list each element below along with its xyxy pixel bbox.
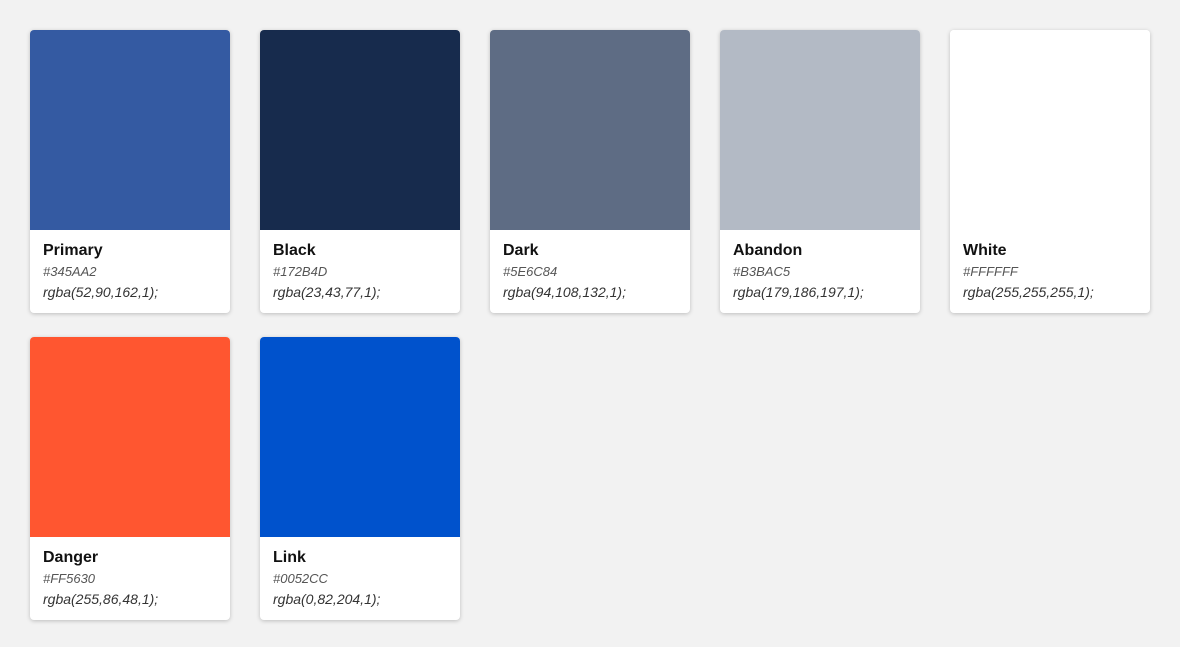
- color-rgba: rgba(179,186,197,1);: [733, 284, 864, 300]
- color-rgba: rgba(52,90,162,1);: [43, 284, 159, 300]
- color-info: Dark #5E6C84 rgba(94,108,132,1);: [490, 230, 690, 300]
- color-info: Danger #FF5630 rgba(255,86,48,1);: [30, 537, 230, 607]
- color-name: White: [963, 242, 1007, 259]
- color-card-dark: Dark #5E6C84 rgba(94,108,132,1);: [490, 30, 690, 313]
- color-swatch: [30, 337, 230, 537]
- color-hex: #B3BAC5: [733, 264, 791, 279]
- color-rgba: rgba(23,43,77,1);: [273, 284, 381, 300]
- color-name: Link: [273, 549, 306, 566]
- color-name: Danger: [43, 549, 99, 566]
- color-card-danger: Danger #FF5630 rgba(255,86,48,1);: [30, 337, 230, 620]
- color-hex: #345AA2: [43, 264, 97, 279]
- color-swatch: [260, 337, 460, 537]
- color-info: White #FFFFFF rgba(255,255,255,1);: [950, 230, 1150, 300]
- color-swatch: [30, 30, 230, 230]
- color-palette-grid: Primary #345AA2 rgba(52,90,162,1); Black…: [30, 30, 1150, 620]
- color-swatch: [950, 30, 1150, 230]
- color-rgba: rgba(94,108,132,1);: [503, 284, 626, 300]
- color-rgba: rgba(255,255,255,1);: [963, 284, 1094, 300]
- color-name: Black: [273, 242, 316, 259]
- color-info: Link #0052CC rgba(0,82,204,1);: [260, 537, 460, 607]
- color-card-abandon: Abandon #B3BAC5 rgba(179,186,197,1);: [720, 30, 920, 313]
- color-swatch: [720, 30, 920, 230]
- color-swatch: [260, 30, 460, 230]
- color-info: Black #172B4D rgba(23,43,77,1);: [260, 230, 460, 300]
- color-card-white: White #FFFFFF rgba(255,255,255,1);: [950, 30, 1150, 313]
- color-name: Abandon: [733, 242, 803, 259]
- color-name: Primary: [43, 242, 103, 259]
- color-hex: #172B4D: [273, 264, 328, 279]
- color-card-link: Link #0052CC rgba(0,82,204,1);: [260, 337, 460, 620]
- color-rgba: rgba(0,82,204,1);: [273, 591, 381, 607]
- color-hex: #5E6C84: [503, 264, 558, 279]
- color-card-black: Black #172B4D rgba(23,43,77,1);: [260, 30, 460, 313]
- color-info: Primary #345AA2 rgba(52,90,162,1);: [30, 230, 230, 300]
- color-hex: #0052CC: [273, 571, 328, 586]
- color-name: Dark: [503, 242, 539, 259]
- color-card-primary: Primary #345AA2 rgba(52,90,162,1);: [30, 30, 230, 313]
- color-swatch: [490, 30, 690, 230]
- color-hex: #FFFFFF: [963, 264, 1018, 279]
- color-rgba: rgba(255,86,48,1);: [43, 591, 159, 607]
- color-hex: #FF5630: [43, 571, 96, 586]
- color-info: Abandon #B3BAC5 rgba(179,186,197,1);: [720, 230, 920, 300]
